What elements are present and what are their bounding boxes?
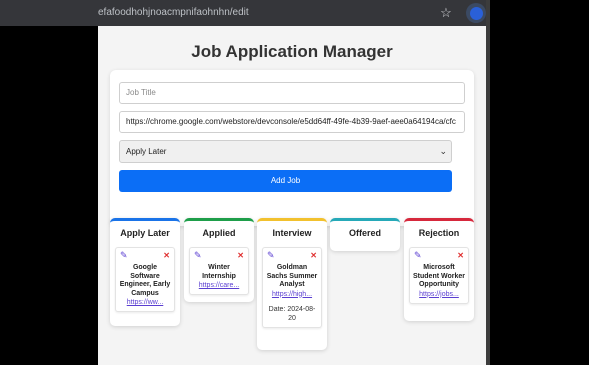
job-title: Winter Internship <box>202 264 236 280</box>
column-rejection: Rejection ✎ ✕ Microsoft Student Worker Oppo… <box>404 218 474 321</box>
job-card[interactable]: ✎ ✕ Winter Internship https://care... <box>189 247 249 295</box>
extension-popup: Job Application Manager Job Title https:… <box>98 26 486 365</box>
column-title: Offered <box>348 228 381 238</box>
job-card[interactable]: ✎ ✕ Microsoft Student Worker Opportunity ht… <box>409 247 469 304</box>
column-title: Interview <box>272 228 312 238</box>
job-card[interactable]: ✎ ✕ Goldman Sachs Summer Analyst https://hi… <box>262 247 322 328</box>
job-link[interactable]: https://ww... <box>119 298 171 307</box>
pencil-icon[interactable]: ✎ <box>414 250 422 260</box>
delete-x-icon[interactable]: ✕ <box>237 251 244 260</box>
status-select[interactable]: Apply Later ⌄ <box>119 140 452 163</box>
job-link[interactable]: https://jobs... <box>413 290 465 299</box>
column-apply-later: Apply Later ✎ ✕ Google Software Engineer, E… <box>110 218 180 326</box>
bookmark-star-icon[interactable]: ☆ <box>438 5 454 21</box>
page-title: Job Application Manager <box>191 42 393 61</box>
job-link[interactable]: https://care... <box>193 281 245 290</box>
pencil-icon[interactable]: ✎ <box>267 250 275 260</box>
job-card[interactable]: ✎ ✕ Google Software Engineer, Early Campus… <box>115 247 175 312</box>
pencil-icon[interactable]: ✎ <box>194 250 202 260</box>
delete-x-icon[interactable]: ✕ <box>310 251 317 260</box>
column-interview: Interview ✎ ✕ Goldman Sachs Summer Analyst h… <box>257 218 327 350</box>
extension-icon[interactable] <box>466 3 486 23</box>
pencil-icon[interactable]: ✎ <box>120 250 128 260</box>
job-title: Microsoft Student Worker Opportunity <box>413 264 465 288</box>
job-title-input[interactable]: Job Title <box>119 82 465 104</box>
job-title: Goldman Sachs Summer Analyst <box>266 264 318 288</box>
job-link[interactable]: https://high... <box>266 290 318 299</box>
delete-x-icon[interactable]: ✕ <box>457 251 464 260</box>
status-select-value: Apply Later <box>126 147 167 156</box>
column-applied: Applied ✎ ✕ Winter Internship https://care..… <box>184 218 254 302</box>
address-bar-text[interactable]: efafoodhohjnoacmpnifaohnhn/edit <box>0 0 249 26</box>
add-job-button[interactable]: Add Job <box>119 170 452 192</box>
column-title: Applied <box>202 228 236 238</box>
add-job-form: Job Title https://chrome.google.com/webs… <box>110 70 474 226</box>
delete-x-icon[interactable]: ✕ <box>163 251 170 260</box>
job-date: Date: 2024-08-20 <box>268 305 316 322</box>
job-url-input[interactable]: https://chrome.google.com/webstore/devco… <box>119 111 465 133</box>
column-title: Rejection <box>418 228 460 238</box>
column-offered: Offered <box>330 218 400 251</box>
column-title: Apply Later <box>120 228 170 238</box>
window-edge <box>486 0 490 365</box>
chevron-down-icon: ⌄ <box>439 146 447 156</box>
browser-toolbar: efafoodhohjnoacmpnifaohnhn/edit ☆ <box>0 0 490 26</box>
job-title: Google Software Engineer, Early Campus <box>119 264 171 297</box>
